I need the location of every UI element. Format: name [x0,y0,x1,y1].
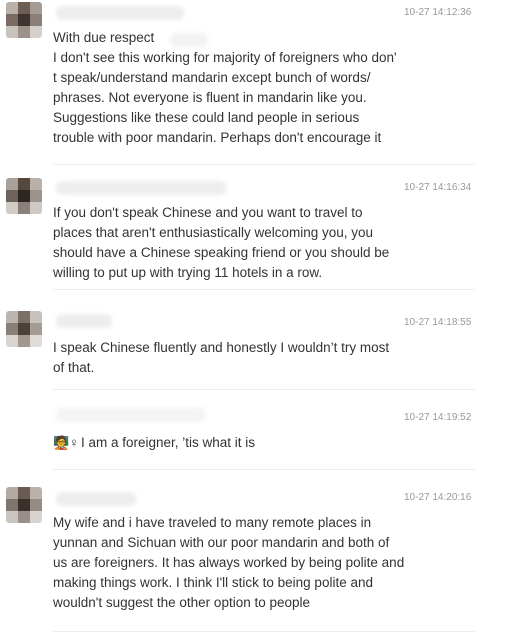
comment-item: 10-27 14:19:52 🧑‍🏫♀ I am a foreigner, ’ti… [0,390,505,470]
timestamp: 10-27 14:16:34 [404,182,472,193]
avatar[interactable] [6,178,42,214]
teacher-emoji: 🧑‍🏫♀ [53,435,79,450]
timestamp: 10-27 14:18:55 [404,317,472,328]
comment-text: 🧑‍🏫♀ I am a foreigner, ’tis what it is [53,435,256,450]
timestamp: 10-27 14:12:36 [404,7,472,18]
comment-item: 10-27 14:20:16 My wife and i have travel… [0,470,505,634]
comment-item: 10-27 14:16:34 If you don't speak Chines… [0,165,505,290]
username[interactable] [56,6,184,20]
username[interactable] [56,181,226,195]
comment-text: If you don't speak Chinese and you want … [53,205,390,280]
timestamp: 10-27 14:20:16 [404,492,472,503]
divider [53,631,475,632]
blurred-mention [170,33,208,47]
comment-text: I speak Chinese fluently and honestly I … [53,340,390,375]
comment-item: 10-27 14:18:55 I speak Chinese fluently … [0,290,505,390]
timestamp: 10-27 14:19:52 [404,412,472,423]
avatar[interactable] [6,487,42,523]
username[interactable] [56,492,136,506]
avatar[interactable] [6,2,42,38]
avatar[interactable] [6,311,42,347]
username[interactable] [56,314,112,328]
comment-text: With due respect I don't see this workin… [53,30,397,145]
comment-text: My wife and i have traveled to many remo… [53,515,405,610]
username[interactable] [56,408,206,422]
comment-item: 10-27 14:12:36 With due respect I don't … [0,0,505,165]
